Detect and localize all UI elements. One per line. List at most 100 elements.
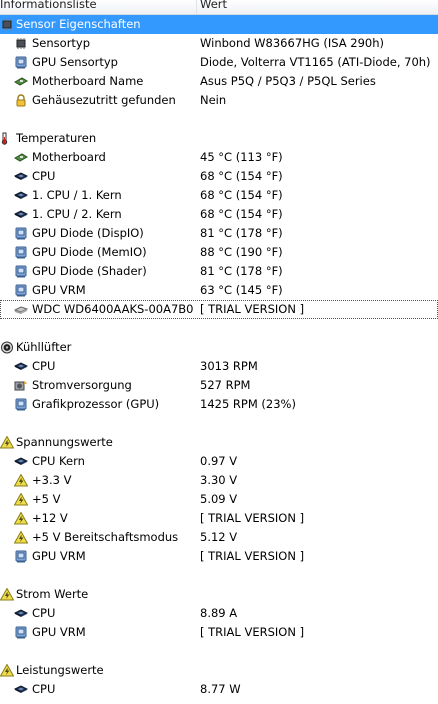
- row-label: Motherboard Name: [32, 74, 144, 88]
- list-item[interactable]: +3.3 V 3.30 V: [0, 471, 438, 490]
- section-header-row[interactable]: Temperaturen: [0, 129, 438, 148]
- list-item[interactable]: CPU 68 °C (154 °F): [0, 167, 438, 186]
- row-label: Temperaturen: [16, 131, 97, 145]
- row-value: Nein: [200, 93, 227, 107]
- column-header-info[interactable]: Informationsliste: [0, 0, 97, 11]
- chip-icon: [14, 37, 28, 50]
- row-label: GPU VRM: [32, 283, 86, 297]
- row-value: 5.09 V: [200, 492, 238, 506]
- row-label: GPU VRM: [32, 549, 86, 563]
- lock-icon: [14, 94, 28, 107]
- row-value: 68 °C (154 °F): [200, 207, 283, 221]
- cpu-icon: [14, 170, 28, 183]
- row-value: 3013 RPM: [200, 359, 258, 373]
- list-item[interactable]: Grafikprozessor (GPU) 1425 RPM (23%): [0, 395, 438, 414]
- section-header-row[interactable]: Spannungswerte: [0, 433, 438, 452]
- row-value: 3.30 V: [200, 473, 238, 487]
- list-item[interactable]: CPU Kern 0.97 V: [0, 452, 438, 471]
- section-header-row[interactable]: Kühllüfter: [0, 338, 438, 357]
- list-item[interactable]: 1. CPU / 1. Kern 68 °C (154 °F): [0, 186, 438, 205]
- cpu-icon: [14, 208, 28, 221]
- list-item[interactable]: CPU 8.89 A: [0, 604, 438, 623]
- row-value: [ TRIAL VERSION ]: [200, 511, 305, 525]
- row-label: WDC WD6400AAKS-00A7B0: [32, 302, 194, 316]
- cpu-icon: [14, 189, 28, 202]
- list-item[interactable]: GPU VRM 63 °C (145 °F): [0, 281, 438, 300]
- list-item[interactable]: CPU 8.77 W: [0, 680, 438, 699]
- row-label: CPU: [32, 682, 56, 696]
- list-item[interactable]: Stromversorgung 527 RPM: [0, 376, 438, 395]
- chip-icon: [0, 18, 14, 31]
- section-header-row[interactable]: Strom Werte: [0, 585, 438, 604]
- row-value: 8.77 W: [200, 682, 241, 696]
- row-value: 45 °C (113 °F): [200, 150, 283, 164]
- list-item[interactable]: GPU Diode (DispIO) 81 °C (178 °F): [0, 224, 438, 243]
- cpu-icon: [14, 360, 28, 373]
- cpu-icon: [14, 455, 28, 468]
- list-item[interactable]: CPU 3013 RPM: [0, 357, 438, 376]
- list-item[interactable]: GPU Diode (MemIO) 88 °C (190 °F): [0, 243, 438, 262]
- row-label: GPU Sensortyp: [32, 55, 118, 69]
- list-item[interactable]: +5 V 5.09 V: [0, 490, 438, 509]
- list-item[interactable]: GPU VRM [ TRIAL VERSION ]: [0, 547, 438, 566]
- row-value: [ TRIAL VERSION ]: [200, 625, 305, 639]
- gpu-icon: [14, 56, 28, 69]
- voltage-icon: [0, 664, 14, 677]
- row-label: CPU: [32, 359, 56, 373]
- row-value: 63 °C (145 °F): [200, 283, 283, 297]
- section-header-row[interactable]: Sensor Eigenschaften: [0, 15, 438, 34]
- row-label: +12 V: [32, 511, 68, 525]
- harddisk-icon: [14, 303, 28, 316]
- section-header-row[interactable]: Leistungswerte: [0, 661, 438, 680]
- fan-icon: [0, 341, 14, 354]
- gpu-icon: [14, 284, 28, 297]
- row-label: Kühllüfter: [16, 340, 72, 354]
- list-header: Informationsliste Wert: [0, 0, 438, 15]
- row-label: 1. CPU / 2. Kern: [32, 207, 122, 221]
- list-item[interactable]: 1. CPU / 2. Kern 68 °C (154 °F): [0, 205, 438, 224]
- row-value: 0.97 V: [200, 454, 238, 468]
- row-value: [ TRIAL VERSION ]: [200, 302, 305, 316]
- list-item[interactable]: GPU VRM [ TRIAL VERSION ]: [0, 623, 438, 642]
- cpu-icon: [14, 683, 28, 696]
- row-label: Sensor Eigenschaften: [16, 17, 141, 31]
- row-value: Asus P5Q / P5Q3 / P5QL Series: [200, 74, 376, 88]
- row-value: Diode, Volterra VT1165 (ATI-Diode, 70h): [200, 55, 431, 69]
- row-value: 88 °C (190 °F): [200, 245, 283, 259]
- row-label: Sensortyp: [32, 36, 91, 50]
- gpu-icon: [14, 227, 28, 240]
- list-item[interactable]: +12 V [ TRIAL VERSION ]: [0, 509, 438, 528]
- list-item[interactable]: +5 V Bereitschaftsmodus 5.12 V: [0, 528, 438, 547]
- row-label: +3.3 V: [32, 473, 72, 487]
- voltage-icon: [14, 493, 28, 506]
- gpu-icon: [14, 265, 28, 278]
- list-item[interactable]: Motherboard Name Asus P5Q / P5Q3 / P5QL S…: [0, 72, 438, 91]
- row-label: GPU Diode (Shader): [32, 264, 147, 278]
- column-header-value[interactable]: Wert: [200, 0, 227, 11]
- voltage-icon: [14, 512, 28, 525]
- voltage-icon: [0, 436, 14, 449]
- column-divider[interactable]: [196, 0, 197, 14]
- row-value: 68 °C (154 °F): [200, 169, 283, 183]
- list-item[interactable]: Gehäusezutritt gefunden Nein: [0, 91, 438, 110]
- row-value: 81 °C (178 °F): [200, 264, 283, 278]
- row-label: Grafikprozessor (GPU): [32, 397, 160, 411]
- voltage-icon: [14, 531, 28, 544]
- voltage-icon: [0, 588, 14, 601]
- row-value: 8.89 A: [200, 606, 238, 620]
- list-item[interactable]: Motherboard 45 °C (113 °F): [0, 148, 438, 167]
- list-item[interactable]: Sensortyp Winbond W83667HG (ISA 290h): [0, 34, 438, 53]
- list-item[interactable]: GPU Sensortyp Diode, Volterra VT1165 (ATI…: [0, 53, 438, 72]
- row-value: 81 °C (178 °F): [200, 226, 283, 240]
- row-label: +5 V Bereitschaftsmodus: [32, 530, 179, 544]
- list-item[interactable]: WDC WD6400AAKS-00A7B0 [ TRIAL VERSION ]: [0, 300, 438, 319]
- row-label: Stromversorgung: [32, 378, 132, 392]
- row-value: 5.12 V: [200, 530, 238, 544]
- list-item[interactable]: GPU Diode (Shader) 81 °C (178 °F): [0, 262, 438, 281]
- gpu-icon: [14, 398, 28, 411]
- thermometer-icon: [0, 132, 14, 145]
- row-label: Gehäusezutritt gefunden: [32, 93, 176, 107]
- row-label: Motherboard: [32, 150, 106, 164]
- row-value: 68 °C (154 °F): [200, 188, 283, 202]
- row-value: 1425 RPM (23%): [200, 397, 296, 411]
